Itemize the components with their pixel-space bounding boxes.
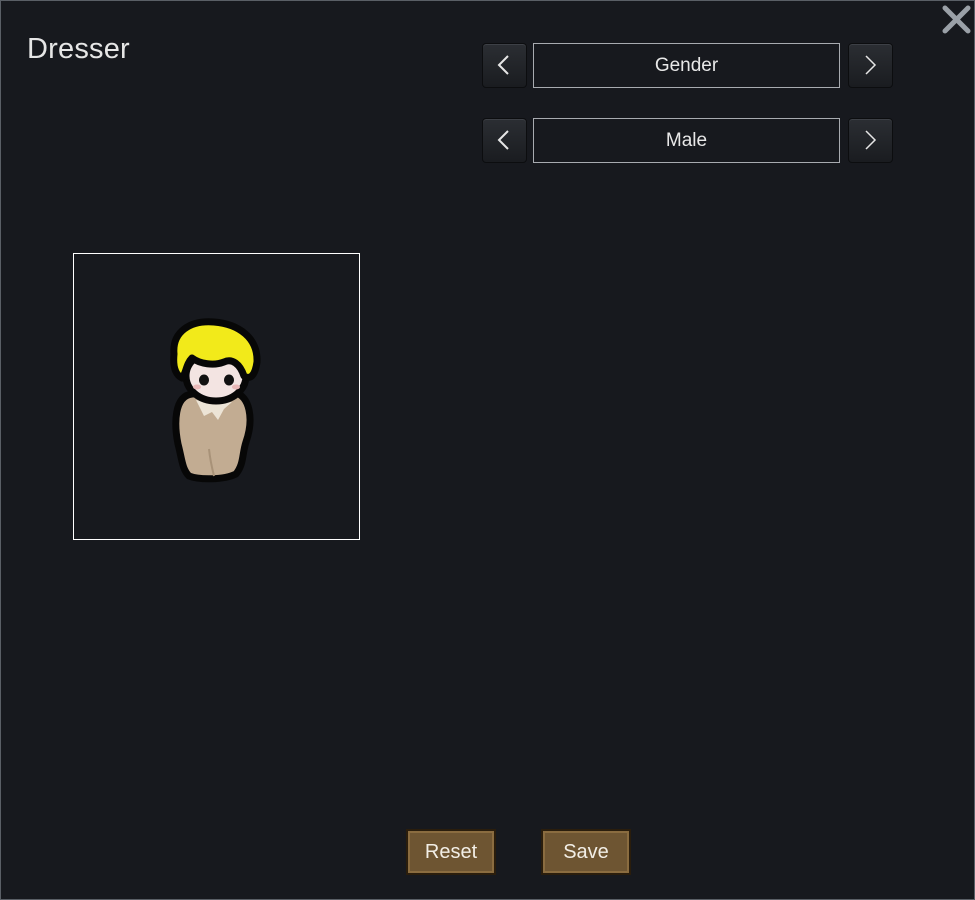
selector-value: Male — [533, 118, 840, 163]
pawn-preview — [73, 253, 360, 540]
selector-row-gender: Gender — [482, 43, 893, 88]
chevron-right-icon — [865, 130, 877, 150]
chevron-right-icon — [865, 55, 877, 75]
selector-label: Gender — [533, 43, 840, 88]
selector-row-value: Male — [482, 118, 893, 163]
close-icon[interactable] — [939, 3, 973, 37]
save-button[interactable]: Save — [541, 829, 631, 875]
pawn-portrait — [170, 318, 261, 483]
dresser-dialog: Dresser Gender Male Reset Save — [0, 0, 975, 900]
chevron-left-icon — [497, 55, 509, 75]
next-gender-button[interactable] — [848, 43, 893, 88]
dialog-title: Dresser — [27, 33, 130, 65]
next-value-button[interactable] — [848, 118, 893, 163]
prev-value-button[interactable] — [482, 118, 527, 163]
reset-button[interactable]: Reset — [406, 829, 496, 875]
chevron-left-icon — [497, 130, 509, 150]
prev-gender-button[interactable] — [482, 43, 527, 88]
